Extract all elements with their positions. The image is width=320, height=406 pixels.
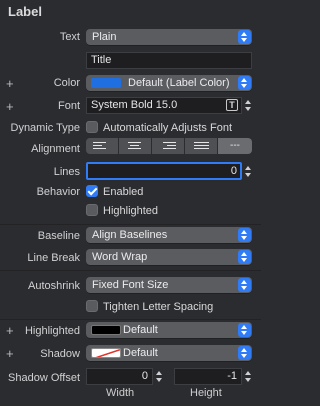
font-size-stepper[interactable] <box>244 97 254 114</box>
lines-value: 0 <box>230 165 237 177</box>
text-label: Text <box>59 31 80 43</box>
divider <box>0 224 261 225</box>
chevron-updown-icon <box>238 346 251 360</box>
shadow-offset-width-value: 0 <box>141 370 148 382</box>
line-break-label: Line Break <box>27 252 80 264</box>
highlighted-color-popup[interactable]: Default <box>86 322 252 338</box>
color-label: Color <box>53 77 80 89</box>
shadow-offset-width-field[interactable]: 0 <box>86 368 153 385</box>
dynamic-type-checkbox[interactable] <box>86 121 98 133</box>
chevron-updown-icon <box>238 228 251 242</box>
baseline-label: Baseline <box>37 230 80 242</box>
highlighted-color-label: Highlighted <box>24 325 80 337</box>
alignment-label: Alignment <box>31 143 80 155</box>
baseline-popup[interactable]: Align Baselines <box>86 227 252 243</box>
chevron-updown-icon <box>238 323 251 337</box>
chevron-updown-icon <box>238 76 251 90</box>
autoshrink-value: Fixed Font Size <box>92 279 169 291</box>
color-swatch <box>91 78 121 88</box>
chevron-updown-icon <box>238 30 251 44</box>
align-center-button[interactable] <box>119 138 151 154</box>
highlighted-option: Highlighted <box>103 205 159 217</box>
shadow-offset-width-stepper[interactable] <box>155 368 165 385</box>
align-natural-label: --- <box>230 140 240 151</box>
text-type-popup[interactable]: Plain <box>86 29 252 45</box>
shadow-label: Shadow <box>40 348 80 360</box>
autoshrink-popup[interactable]: Fixed Font Size <box>86 277 252 293</box>
add-color-variation-icon[interactable]: + <box>6 77 14 90</box>
lines-field[interactable]: 0 <box>86 162 242 180</box>
highlighted-color-value: Default <box>123 324 158 336</box>
shadow-color-popup[interactable]: Default <box>86 345 252 361</box>
shadow-color-value: Default <box>123 347 158 359</box>
tighten-spacing-checkbox[interactable] <box>86 300 98 312</box>
font-value: System Bold 15.0 <box>91 99 178 111</box>
shadow-offset-height-value: -1 <box>227 370 237 382</box>
inspector-section-header: Label <box>0 0 261 22</box>
dynamic-type-option: Automatically Adjusts Font <box>103 122 233 134</box>
dynamic-type-label: Dynamic Type <box>10 122 81 134</box>
autoshrink-label: Autoshrink <box>28 280 80 292</box>
font-label: Font <box>57 100 80 112</box>
add-highlighted-variation-icon[interactable]: + <box>6 324 14 337</box>
section-title: Label <box>8 4 42 19</box>
color-value: Default (Label Color) <box>128 77 230 89</box>
chevron-updown-icon <box>238 250 251 264</box>
shadow-offset-height-field[interactable]: -1 <box>174 368 242 385</box>
lines-label: Lines <box>53 166 80 178</box>
divider <box>0 270 261 271</box>
add-shadow-variation-icon[interactable]: + <box>6 347 14 360</box>
line-break-popup[interactable]: Word Wrap <box>86 249 252 265</box>
shadow-offset-label: Shadow Offset <box>8 372 80 384</box>
font-picker-icon[interactable]: T <box>226 99 238 111</box>
no-color-swatch-icon <box>91 348 121 358</box>
enabled-checkbox[interactable] <box>86 185 98 197</box>
baseline-value: Align Baselines <box>92 229 168 241</box>
add-font-variation-icon[interactable]: + <box>6 100 14 113</box>
lines-stepper[interactable] <box>244 163 254 180</box>
height-caption: Height <box>190 387 222 399</box>
align-natural-button[interactable]: --- <box>218 138 252 154</box>
divider <box>0 319 261 320</box>
line-break-value: Word Wrap <box>92 251 148 263</box>
tighten-spacing-option: Tighten Letter Spacing <box>103 301 214 313</box>
width-caption: Width <box>106 387 135 399</box>
enabled-option: Enabled <box>103 186 144 198</box>
align-left-button[interactable] <box>86 138 118 154</box>
align-right-button[interactable] <box>152 138 184 154</box>
shadow-offset-height-stepper[interactable] <box>244 368 254 385</box>
chevron-updown-icon <box>238 278 251 292</box>
align-justify-button[interactable] <box>185 138 217 154</box>
behavior-label: Behavior <box>36 186 80 198</box>
highlighted-color-swatch <box>91 325 121 335</box>
text-value-field[interactable]: Title <box>86 52 252 69</box>
text-value: Title <box>91 54 112 66</box>
text-type-value: Plain <box>92 31 117 43</box>
font-field[interactable]: System Bold 15.0 T <box>86 97 242 114</box>
color-popup[interactable]: Default (Label Color) <box>86 75 252 91</box>
highlighted-checkbox[interactable] <box>86 204 98 216</box>
